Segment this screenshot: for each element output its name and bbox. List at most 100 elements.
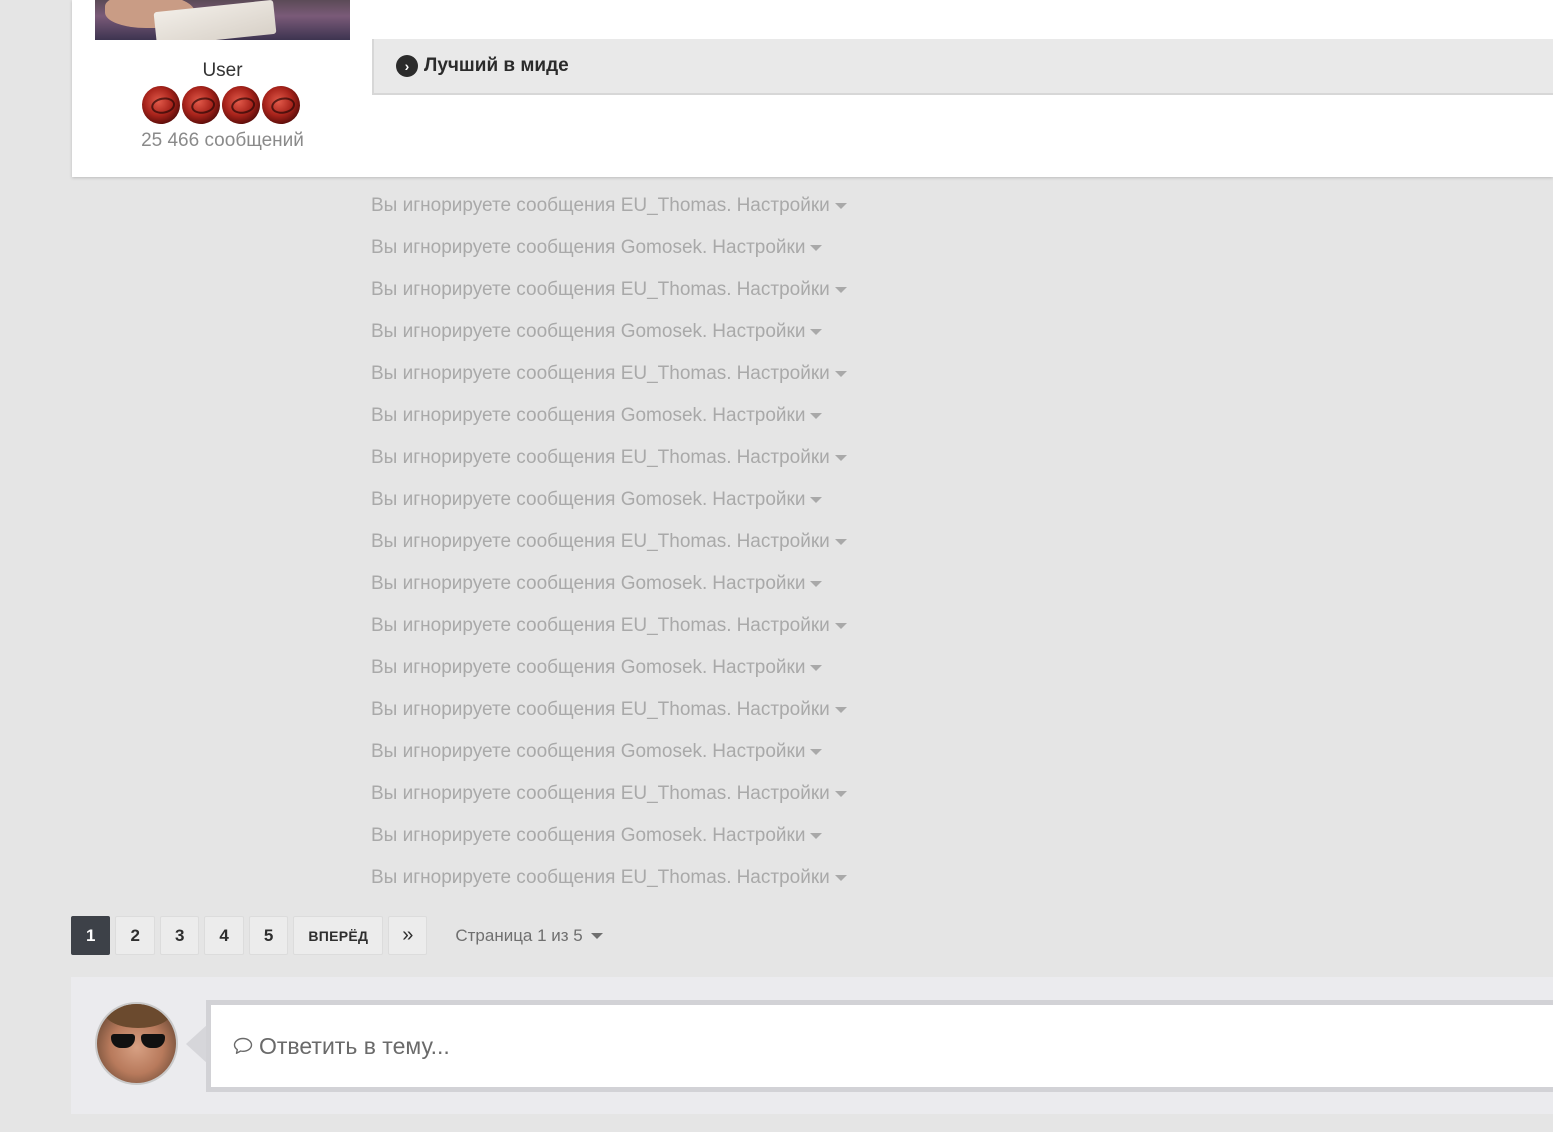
- ignored-post-item: Вы игнорируете сообщения Gomosek. Настрой…: [371, 731, 847, 773]
- ignored-post-item: Вы игнорируете сообщения Gomosek. Настрой…: [371, 479, 847, 521]
- ignore-settings-label: Настройки: [712, 657, 806, 678]
- ignored-username: EU_Thomas.: [620, 783, 732, 804]
- next-page-button[interactable]: ВПЕРЁД: [293, 916, 384, 955]
- rank-icons: [138, 82, 307, 128]
- ignored-post-item: Вы игнорируете сообщения EU_Thomas. Настр…: [371, 689, 847, 731]
- ignored-post-item: Вы игнорируете сообщения EU_Thomas. Настр…: [371, 857, 847, 899]
- ignored-post-item: Вы игнорируете сообщения Gomosek. Настрой…: [371, 563, 847, 605]
- ignored-post-item: Вы игнорируете сообщения EU_Thomas. Настр…: [371, 353, 847, 395]
- avatar-hair: [105, 1004, 171, 1028]
- ignored-prefix: Вы игнорируете сообщения: [371, 699, 616, 720]
- ignored-prefix: Вы игнорируете сообщения: [371, 321, 616, 342]
- ignore-settings-label: Настройки: [712, 237, 806, 258]
- ignored-username: Gomosek.: [620, 489, 708, 510]
- ignored-prefix: Вы игнорируете сообщения: [371, 279, 616, 300]
- ignore-settings-button[interactable]: Настройки: [737, 783, 847, 805]
- ignore-settings-button[interactable]: Настройки: [712, 405, 823, 427]
- ignore-settings-label: Настройки: [712, 825, 806, 846]
- post-card: User 25 466 сообщений › Лучший в миде: [72, 0, 1553, 177]
- ignored-prefix: Вы игнорируете сообщения: [371, 573, 616, 594]
- ignore-settings-label: Настройки: [736, 531, 830, 552]
- ignored-prefix: Вы игнорируете сообщения: [371, 867, 616, 888]
- page-button-1[interactable]: 1: [71, 916, 111, 955]
- ignored-prefix: Вы игнорируете сообщения: [371, 783, 616, 804]
- caret-down-icon: [834, 454, 847, 461]
- caret-down-icon: [834, 622, 847, 629]
- ignored-username: EU_Thomas.: [620, 447, 732, 468]
- ignore-settings-label: Настройки: [712, 321, 806, 342]
- ignored-username: Gomosek.: [620, 237, 708, 258]
- rank-pip-icon: [258, 82, 304, 128]
- caret-down-icon: [834, 538, 847, 545]
- caret-down-icon: [834, 706, 847, 713]
- ignored-username: EU_Thomas.: [620, 867, 732, 888]
- ignored-prefix: Вы игнорируете сообщения: [371, 363, 616, 384]
- rank-pip-icon: [218, 82, 264, 128]
- ignored-username: EU_Thomas.: [620, 363, 732, 384]
- caret-down-icon: [834, 790, 847, 797]
- ignored-prefix: Вы игнорируете сообщения: [371, 741, 616, 762]
- caret-down-icon: [810, 328, 823, 335]
- ignored-prefix: Вы игнорируете сообщения: [371, 447, 616, 468]
- last-page-button[interactable]: »: [388, 916, 428, 955]
- ignored-post-item: Вы игнорируете сообщения EU_Thomas. Настр…: [371, 773, 847, 815]
- ignored-username: EU_Thomas.: [620, 279, 732, 300]
- author-group: User: [202, 60, 243, 81]
- ignored-username: Gomosek.: [620, 741, 708, 762]
- ignore-settings-button[interactable]: Настройки: [737, 447, 847, 469]
- reply-placeholder: Ответить в тему...: [259, 1032, 450, 1059]
- rank-pip-icon: [138, 82, 184, 128]
- ignored-post-item: Вы игнорируете сообщения Gomosek. Настрой…: [371, 395, 847, 437]
- page-button-5[interactable]: 5: [248, 916, 289, 955]
- page-button-4[interactable]: 4: [204, 916, 244, 955]
- ignore-settings-button[interactable]: Настройки: [737, 615, 847, 637]
- caret-down-icon: [810, 412, 823, 419]
- caret-down-icon: [810, 664, 823, 671]
- ignore-settings-button[interactable]: Настройки: [712, 657, 823, 679]
- page-button-3[interactable]: 3: [159, 916, 200, 955]
- avatar-glasses: [111, 1034, 165, 1050]
- ignore-settings-button[interactable]: Настройки: [712, 321, 823, 343]
- ignored-prefix: Вы игнорируете сообщения: [371, 615, 616, 636]
- post-count: 25 466 сообщений: [141, 130, 304, 151]
- ignore-settings-button[interactable]: Настройки: [737, 363, 847, 385]
- ignore-settings-label: Настройки: [736, 699, 830, 720]
- ignore-settings-label: Настройки: [736, 867, 830, 888]
- author-photo[interactable]: [95, 0, 350, 40]
- ignored-prefix: Вы игнорируете сообщения: [371, 825, 616, 846]
- page-status-label: Страница 1 из 5: [455, 925, 583, 945]
- ignore-settings-button[interactable]: Настройки: [737, 699, 847, 721]
- caret-down-icon: [810, 244, 823, 251]
- ignore-settings-button[interactable]: Настройки: [737, 279, 847, 301]
- page-jump-dropdown[interactable]: Страница 1 из 5: [455, 925, 603, 946]
- current-user-avatar[interactable]: [95, 1002, 178, 1085]
- ignore-settings-button[interactable]: Настройки: [712, 489, 823, 511]
- ignore-settings-button[interactable]: Настройки: [712, 741, 823, 763]
- caret-down-icon: [810, 748, 823, 755]
- ignore-settings-label: Настройки: [736, 363, 830, 384]
- reply-input[interactable]: Ответить в тему...: [206, 1000, 1553, 1092]
- caret-down-icon: [834, 874, 847, 881]
- reply-pointer: [186, 1024, 208, 1064]
- ignored-post-item: Вы игнорируете сообщения Gomosek. Настрой…: [371, 227, 847, 269]
- ignore-settings-button[interactable]: Настройки: [712, 237, 823, 259]
- signature-bar: › Лучший в миде: [372, 39, 1553, 95]
- ignore-settings-label: Настройки: [712, 405, 806, 426]
- ignored-username: Gomosek.: [620, 321, 708, 342]
- ignore-settings-button[interactable]: Настройки: [712, 825, 823, 847]
- ignore-settings-button[interactable]: Настройки: [737, 867, 847, 889]
- ignore-settings-button[interactable]: Настройки: [737, 195, 847, 217]
- signature-link[interactable]: Лучший в миде: [424, 55, 569, 77]
- caret-down-icon: [810, 496, 823, 503]
- page-button-2[interactable]: 2: [115, 916, 155, 955]
- caret-down-icon: [834, 286, 847, 293]
- ignore-settings-button[interactable]: Настройки: [737, 531, 847, 553]
- ignore-settings-label: Настройки: [712, 489, 806, 510]
- ignored-prefix: Вы игнорируете сообщения: [371, 405, 616, 426]
- ignore-settings-button[interactable]: Настройки: [712, 573, 823, 595]
- ignored-username: Gomosek.: [620, 405, 708, 426]
- ignore-settings-label: Настройки: [712, 573, 806, 594]
- ignored-prefix: Вы игнорируете сообщения: [371, 531, 616, 552]
- ignored-username: EU_Thomas.: [620, 531, 732, 552]
- ignore-settings-label: Настройки: [736, 783, 830, 804]
